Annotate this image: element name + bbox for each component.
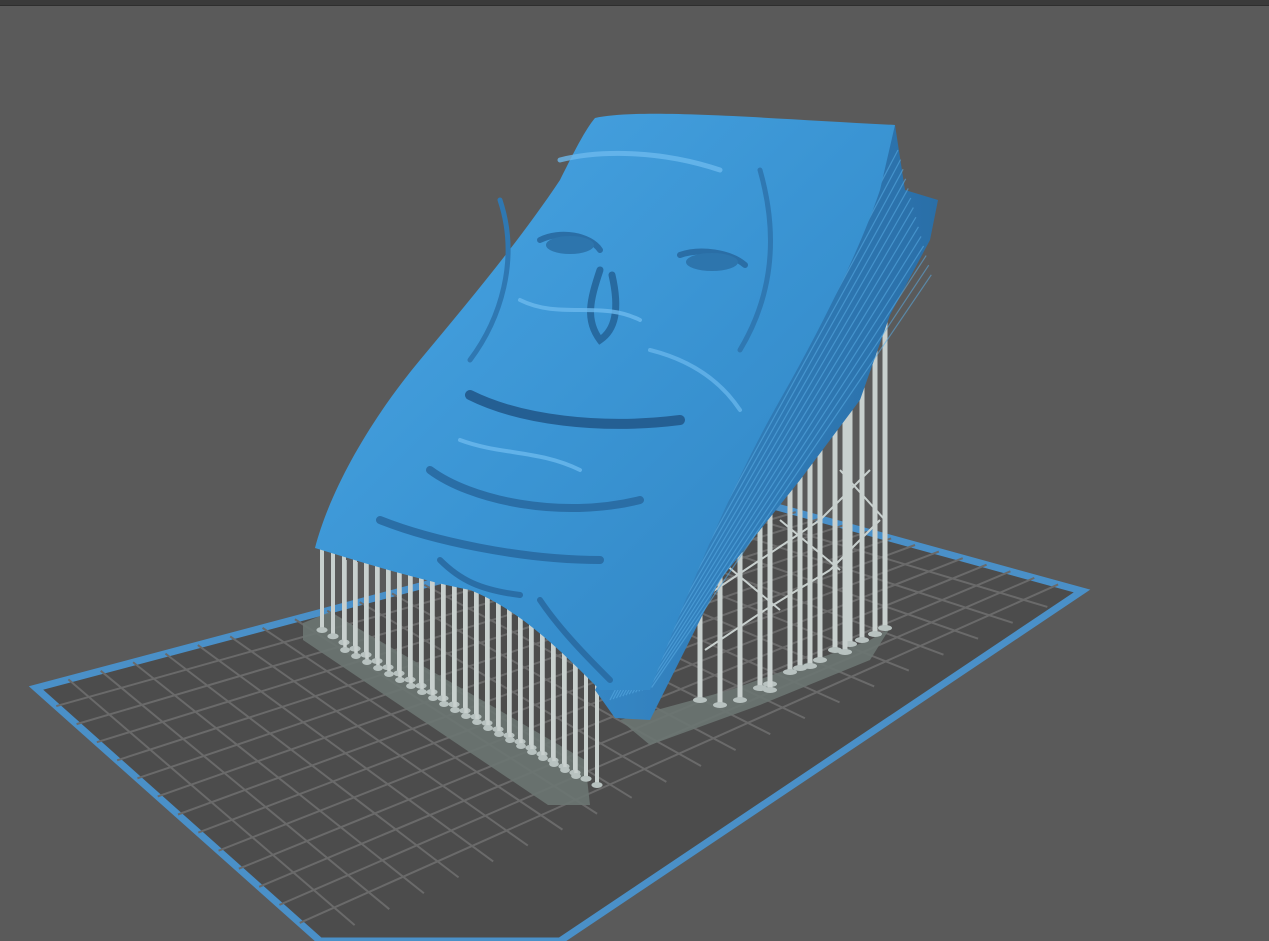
support-foot xyxy=(316,627,328,633)
support-foot xyxy=(693,697,707,703)
support-foot xyxy=(803,663,817,669)
support-foot xyxy=(580,775,592,782)
support-pillar xyxy=(453,580,457,710)
support-foot xyxy=(384,671,394,677)
support-foot xyxy=(560,767,570,773)
support-foot xyxy=(813,657,827,663)
support-pillar xyxy=(872,320,878,634)
support-foot xyxy=(340,647,350,653)
support-pillar xyxy=(475,584,479,722)
support-foot xyxy=(516,743,526,749)
support-pillar xyxy=(807,450,813,666)
support-foot xyxy=(713,702,727,708)
support-foot xyxy=(395,677,405,683)
support-foot xyxy=(527,749,537,755)
support-foot xyxy=(868,631,882,637)
support-foot xyxy=(494,731,504,737)
support-pillar xyxy=(354,562,358,656)
support-foot xyxy=(351,653,361,659)
support-foot xyxy=(733,697,747,703)
support-foot xyxy=(428,695,438,701)
support-pillar xyxy=(365,564,369,662)
support-foot xyxy=(878,625,892,631)
support-foot xyxy=(538,755,548,761)
support-foot xyxy=(439,701,449,707)
support-foot xyxy=(763,687,777,693)
scene-canvas[interactable] xyxy=(0,0,1269,941)
support-pillar xyxy=(320,548,324,630)
support-foot xyxy=(362,659,372,665)
support-pillar xyxy=(343,560,347,650)
support-foot xyxy=(461,713,471,719)
support-pillar xyxy=(842,400,848,652)
support-foot xyxy=(838,649,852,655)
support-foot xyxy=(450,707,460,713)
support-foot xyxy=(549,761,559,767)
support-pillar xyxy=(376,566,380,668)
support-foot xyxy=(373,665,383,671)
support-pillar xyxy=(420,574,424,692)
support-pillar xyxy=(486,586,490,728)
support-pillar xyxy=(464,582,468,716)
support-pillar xyxy=(497,588,501,734)
support-foot xyxy=(483,725,493,731)
support-foot xyxy=(417,689,427,695)
support-foot xyxy=(406,683,416,689)
support-pillar xyxy=(882,310,888,628)
support-pillar xyxy=(398,570,402,680)
support-pillar xyxy=(431,576,435,698)
support-foot xyxy=(505,737,515,743)
support-foot xyxy=(855,637,869,643)
support-foot xyxy=(472,719,482,725)
support-pillar xyxy=(409,572,413,686)
support-foot xyxy=(571,773,581,779)
3d-viewport[interactable] xyxy=(0,0,1269,941)
support-pillar xyxy=(331,549,335,637)
support-pillar xyxy=(508,590,512,740)
support-foot xyxy=(327,633,339,640)
support-pillar xyxy=(442,578,446,704)
support-foot xyxy=(591,782,603,788)
support-pillar xyxy=(387,568,391,674)
